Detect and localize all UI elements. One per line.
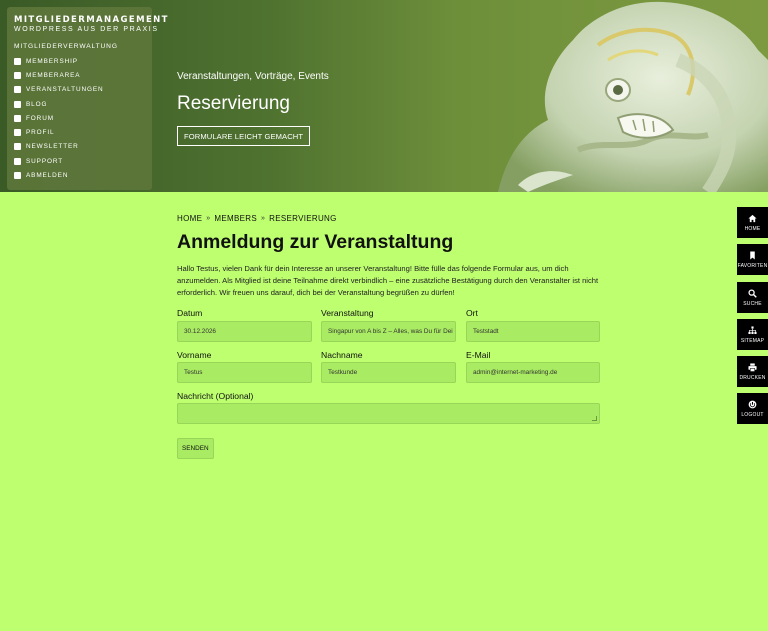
square-icon: [14, 100, 21, 108]
email-label: E-Mail: [466, 350, 491, 360]
square-icon: [14, 114, 21, 122]
email-field[interactable]: admin@internet-marketing.de: [466, 362, 600, 383]
toolbar-print-button[interactable]: DRUCKEN: [737, 356, 768, 387]
square-icon: [14, 157, 21, 165]
breadcrumb-separator: »: [206, 215, 211, 222]
search-icon: [748, 288, 757, 298]
toolbar-label: FAVORITEN: [737, 262, 768, 269]
square-icon: [14, 86, 21, 94]
menu-item-label: NEWSLETTER: [26, 143, 79, 151]
menu-item-label: BLOG: [26, 100, 48, 108]
hero-banner: MITGLIEDERMANAGEMENT WORDPRESS AUS DER P…: [0, 0, 768, 192]
menu-item-label: MEMBERSHIP: [26, 57, 78, 65]
toolbar-logout-button[interactable]: LOGOUT: [737, 393, 768, 424]
forms-button[interactable]: FORMULARE LEICHT GEMACHT: [177, 126, 311, 146]
vorname-field[interactable]: Testus: [177, 362, 312, 383]
toolbar-favorites-button[interactable]: FAVORITEN: [737, 244, 768, 275]
menu-item-memberarea[interactable]: MEMBERAREA: [14, 68, 146, 82]
menu-item-veranstaltungen[interactable]: VERANSTALTUNGEN: [14, 83, 146, 97]
menu-heading[interactable]: MITGLIEDERVERWALTUNG: [14, 43, 146, 50]
toolbar-label: SUCHE: [743, 300, 762, 307]
menu-item-profil[interactable]: PROFIL: [14, 125, 146, 139]
home-icon: [748, 214, 757, 222]
menu-item-label: VERANSTALTUNGEN: [26, 86, 104, 94]
menu-item-label: ABMELDEN: [26, 172, 69, 180]
toolbar-label: SITEMAP: [740, 337, 765, 344]
statue-image: [498, 1, 768, 192]
menu-item-newsletter[interactable]: NEWSLETTER: [14, 140, 146, 154]
square-icon: [14, 143, 21, 151]
menu-item-support[interactable]: SUPPORT: [14, 154, 146, 168]
breadcrumb-members[interactable]: MEMBERS: [214, 214, 257, 223]
resize-handle-icon[interactable]: [592, 416, 597, 421]
datum-label: Datum: [177, 308, 203, 318]
toolbar-search-button[interactable]: SUCHE: [737, 282, 768, 313]
menu-item-forum[interactable]: FORUM: [14, 111, 146, 125]
toolbar-label: HOME: [744, 225, 761, 232]
datum-field[interactable]: 30.12.2026: [177, 321, 312, 342]
ort-field[interactable]: Teststadt: [466, 321, 600, 342]
breadcrumb-home[interactable]: HOME: [177, 214, 202, 223]
menu-item-label: MEMBERAREA: [26, 71, 81, 79]
square-icon: [14, 129, 21, 137]
ort-label: Ort: [466, 308, 478, 318]
printer-icon: [748, 362, 757, 372]
submit-button[interactable]: SENDEN: [177, 438, 214, 459]
hero-title: Reservierung: [177, 93, 290, 114]
bookmark-icon: [750, 250, 755, 260]
square-icon: [14, 71, 21, 79]
toolbar-sitemap-button[interactable]: SITEMAP: [737, 319, 768, 350]
nachricht-textarea[interactable]: [177, 403, 600, 424]
nachname-label: Nachname: [321, 350, 363, 360]
nachricht-label: Nachricht (Optional): [177, 391, 254, 401]
menu-item-membership[interactable]: MEMBERSHIP: [14, 54, 146, 68]
brand-subtitle: WORDPRESS AUS DER PRAXIS: [14, 26, 159, 33]
toolbar-home-button[interactable]: HOME: [737, 207, 768, 238]
square-icon: [14, 57, 21, 65]
menu-item-abmelden[interactable]: ABMELDEN: [14, 168, 146, 182]
square-icon: [14, 172, 21, 180]
veranstaltung-field[interactable]: Singapur von A bis Z – Alles, was Du für…: [321, 321, 456, 342]
hero-subtitle: Veranstaltungen, Vorträge, Events: [177, 71, 329, 82]
breadcrumb-current: RESERVIERUNG: [269, 214, 337, 223]
toolbar-label: LOGOUT: [741, 411, 764, 418]
menu-item-label: SUPPORT: [26, 157, 64, 165]
menu-item-label: FORUM: [26, 114, 54, 122]
page-title: Anmeldung zur Veranstaltung: [177, 231, 454, 253]
vorname-label: Vorname: [177, 350, 212, 360]
menu-item-blog[interactable]: BLOG: [14, 97, 146, 111]
veranstaltung-label: Veranstaltung: [321, 308, 374, 318]
brand-title[interactable]: MITGLIEDERMANAGEMENT: [14, 15, 167, 25]
breadcrumb: HOME » MEMBERS » RESERVIERUNG: [177, 214, 337, 223]
intro-text: Hallo Testus, vielen Dank für dein Inter…: [177, 264, 599, 297]
toolbar-label: DRUCKEN: [739, 374, 766, 381]
sitemap-icon: [748, 325, 757, 334]
main-menu: MITGLIEDERMANAGEMENT WORDPRESS AUS DER P…: [7, 7, 167, 190]
breadcrumb-separator: »: [260, 215, 266, 222]
nachname-field[interactable]: Testkunde: [321, 362, 456, 383]
power-icon: [748, 400, 757, 408]
menu-item-label: PROFIL: [26, 129, 55, 137]
